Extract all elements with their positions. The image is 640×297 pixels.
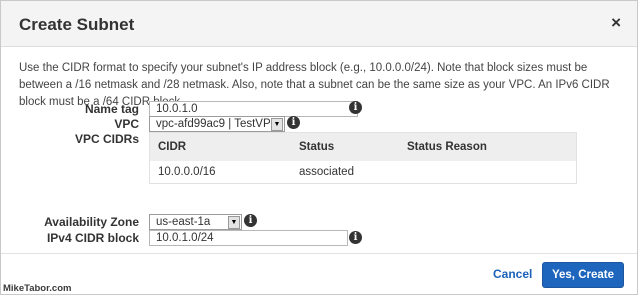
close-icon[interactable]: ×	[611, 14, 621, 32]
vpc-cidrs-label: VPC CIDRs	[74, 132, 139, 146]
availability-zone-label: Availability Zone	[44, 215, 139, 229]
column-header-status: Status	[299, 141, 335, 153]
vpc-label: VPC	[114, 117, 139, 131]
info-icon[interactable]: i	[287, 116, 300, 129]
vpc-select-value: vpc-afd99ac9 | TestVPC	[156, 118, 279, 130]
info-icon[interactable]: i	[349, 231, 362, 244]
column-header-cidr: CIDR	[158, 141, 187, 153]
ipv4-cidr-label: IPv4 CIDR block	[46, 231, 139, 245]
vpc-cidrs-table: CIDR Status Status Reason 10.0.0.0/16 as…	[149, 132, 577, 184]
create-button[interactable]: Yes, Create	[542, 262, 624, 288]
info-icon[interactable]: i	[244, 214, 257, 227]
chevron-down-icon: ▼	[271, 118, 283, 131]
column-header-status-reason: Status Reason	[407, 141, 487, 153]
vpc-select[interactable]: vpc-afd99ac9 | TestVPC ▼	[149, 116, 285, 132]
cidr-cell: 10.0.0.0/16	[158, 166, 216, 178]
status-cell: associated	[299, 166, 354, 178]
dialog-header: Create Subnet ×	[1, 1, 637, 47]
watermark: MikeTabor.com	[3, 283, 72, 294]
name-tag-label: Name tag	[84, 102, 139, 116]
name-tag-input[interactable]: 10.0.1.0	[149, 101, 358, 117]
chevron-down-icon: ▼	[228, 216, 240, 229]
dialog-title: Create Subnet	[19, 15, 135, 34]
info-icon[interactable]: i	[349, 101, 362, 114]
cancel-button[interactable]: Cancel	[493, 267, 532, 281]
ipv4-cidr-input[interactable]: 10.0.1.0/24	[149, 230, 348, 246]
create-subnet-dialog: Create Subnet × Use the CIDR format to s…	[0, 0, 638, 295]
footer-divider	[1, 253, 637, 254]
table-header: CIDR Status Status Reason	[150, 133, 576, 161]
availability-zone-select[interactable]: us-east-1a ▼	[149, 214, 242, 230]
availability-zone-value: us-east-1a	[156, 216, 211, 228]
